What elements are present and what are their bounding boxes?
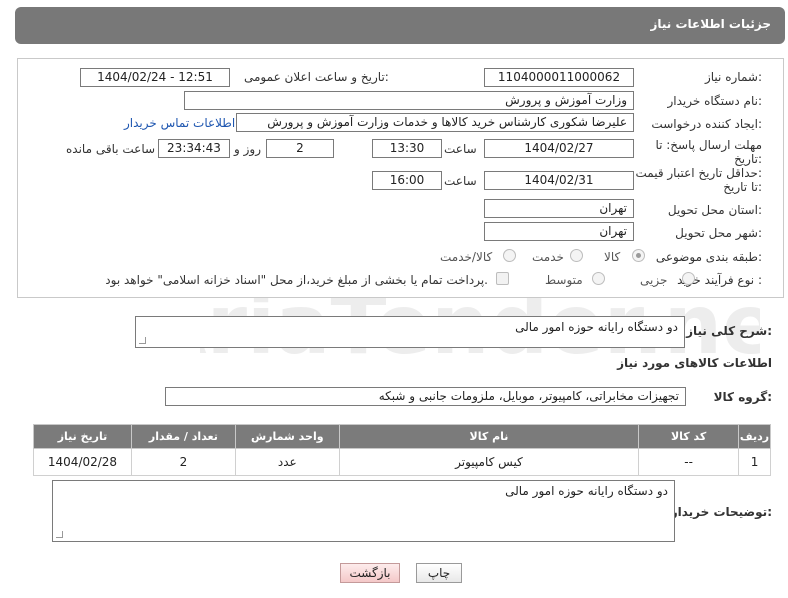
deadline-label-2: تاریخ: [734, 152, 762, 166]
col-row: ردیف [738, 424, 771, 449]
buyer-notes-textarea[interactable]: دو دستگاه رایانه حوزه امور مالی [52, 480, 675, 542]
resize-grip-icon[interactable] [56, 531, 63, 538]
cell-unit: عدد [234, 448, 340, 476]
page-header: جزئیات اطلاعات نیاز [15, 7, 785, 44]
process-medium-label: متوسط [545, 273, 583, 287]
goods-section-title: اطلاعات کالاهای مورد نیاز [617, 356, 772, 370]
announce-label: تاریخ و ساعت اعلان عمومی: [244, 70, 389, 84]
contact-info-link[interactable]: اطلاعات تماس خریدار [124, 116, 235, 130]
price-validity-label-1: حداقل تاریخ اعتبار قیمت: [635, 166, 762, 180]
category-goods-service-radio[interactable] [503, 249, 516, 262]
goods-table-header: ردیف کد کالا نام کالا واحد شمارش تعداد /… [33, 424, 771, 449]
province-field: تهران [484, 199, 634, 218]
cell-code: -- [638, 448, 740, 476]
cell-row: 1 [738, 448, 771, 476]
deadline-time-field: 13:30 [372, 139, 442, 158]
table-row: 1 -- کیس کامپیوتر عدد 2 1404/02/28 [33, 448, 771, 476]
summary-text: دو دستگاه رایانه حوزه امور مالی [515, 320, 678, 334]
back-button[interactable]: بازگشت [340, 563, 400, 583]
cell-date: 1404/02/28 [33, 448, 132, 476]
summary-label: شرح کلی نیاز: [686, 324, 772, 338]
category-goods-radio[interactable] [632, 249, 645, 262]
process-minor-label: جزیی [640, 273, 668, 287]
announce-field: 1404/02/24 - 12:51 [80, 68, 230, 87]
buyer-notes-label: توضیحات خریدار: [670, 505, 772, 519]
col-unit: واحد شمارش [234, 424, 340, 449]
creator-label: ایجاد کننده درخواست: [651, 117, 762, 131]
days-field: 2 [266, 139, 334, 158]
city-field: تهران [484, 222, 634, 241]
need-number-field: 1104000011000062 [484, 68, 634, 87]
price-date-field: 1404/02/31 [484, 171, 634, 190]
remaining-time-field: 23:34:43 [158, 139, 230, 158]
buyer-notes-text: دو دستگاه رایانه حوزه امور مالی [505, 484, 668, 498]
category-label: طبقه بندی موضوعی: [655, 250, 762, 264]
price-time-field: 16:00 [372, 171, 442, 190]
process-medium-radio[interactable] [592, 272, 605, 285]
buyer-org-field: وزارت آموزش و پرورش [184, 91, 634, 110]
remaining-label: ساعت باقی مانده [66, 142, 156, 156]
process-minor-radio[interactable] [682, 272, 695, 285]
price-time-label: ساعت [444, 174, 477, 188]
deadline-time-label: ساعت [444, 142, 477, 156]
province-label: استان محل تحویل: [667, 203, 762, 217]
buyer-org-label: نام دستگاه خریدار: [667, 94, 763, 108]
print-button[interactable]: چاپ [416, 563, 462, 583]
cell-qty: 2 [131, 448, 236, 476]
col-name: نام کالا [338, 424, 640, 449]
summary-textarea[interactable]: دو دستگاه رایانه حوزه امور مالی [135, 316, 685, 348]
treasury-payment-checkbox[interactable] [496, 272, 509, 285]
need-number-label: شماره نیاز: [704, 70, 762, 84]
category-service-radio[interactable] [570, 249, 583, 262]
treasury-payment-note: پرداخت تمام یا بخشی از مبلغ خرید،از محل … [105, 273, 488, 287]
page-title: جزئیات اطلاعات نیاز [650, 17, 771, 31]
goods-table: ردیف کد کالا نام کالا واحد شمارش تعداد /… [33, 424, 771, 476]
deadline-date-field: 1404/02/27 [484, 139, 634, 158]
goods-group-label: گروه کالا: [713, 390, 772, 404]
resize-grip-icon[interactable] [139, 337, 146, 344]
deadline-label-1: مهلت ارسال پاسخ: تا [655, 138, 762, 152]
category-goods-service-label: کالا/خدمت [440, 250, 493, 264]
category-service-label: خدمت [532, 250, 564, 264]
price-validity-label-2: تا تاریخ: [723, 180, 762, 194]
col-qty: تعداد / مقدار [131, 424, 236, 449]
category-goods-label: کالا [604, 250, 621, 264]
cell-name: کیس کامپیوتر [338, 448, 640, 476]
col-code: کد کالا [638, 424, 740, 449]
creator-field: علیرضا شکوری کارشناس خرید کالاها و خدمات… [236, 113, 634, 132]
goods-group-field: تجهیزات مخابراتی، کامپیوتر، موبایل، ملزو… [165, 387, 686, 406]
col-date: تاریخ نیاز [33, 424, 132, 449]
days-label: روز و [234, 142, 261, 156]
city-label: شهر محل تحویل: [675, 226, 762, 240]
